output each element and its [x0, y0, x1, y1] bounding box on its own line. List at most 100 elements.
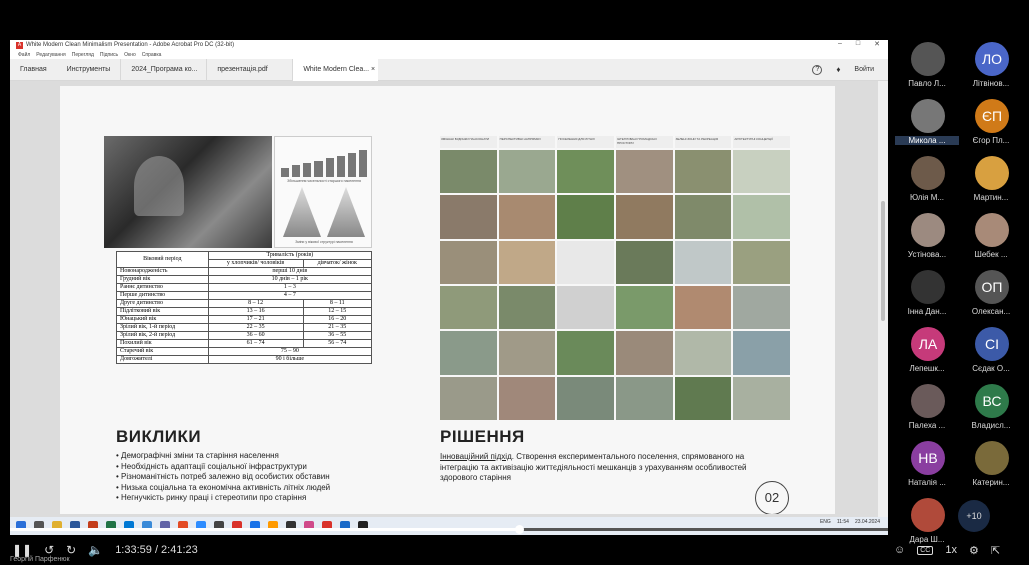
participant-name: Лепешк...	[909, 364, 945, 373]
solution-text: Інноваційний підхід. Створення експериме…	[440, 452, 780, 484]
window-titlebar: A White Modern Clean Minimalism Presenta…	[10, 40, 888, 50]
list-item: Негнучкість ринку праці і стереотипи про…	[116, 493, 330, 504]
reference-photo	[616, 240, 673, 284]
participant-tile[interactable]: Микола ...	[895, 97, 959, 154]
participant-name: Юлія М...	[909, 193, 945, 202]
reference-photo	[733, 376, 790, 420]
participant-avatar: СІ	[975, 327, 1009, 361]
reference-photo	[440, 331, 497, 375]
tab-home[interactable]: Главная	[10, 59, 57, 81]
reference-photo	[616, 285, 673, 330]
maximize-button[interactable]: □	[856, 40, 860, 48]
table-head-male: у хлопчиків/ чоловіків	[207, 259, 304, 268]
table-row: Грудний вік 10 днів – 1 рік	[116, 275, 373, 284]
progress-fill	[10, 528, 520, 531]
participant-tile[interactable]: Павло Л...	[895, 40, 959, 97]
participant-avatar	[911, 270, 945, 304]
tray-date[interactable]: 23.04.2024	[855, 519, 880, 525]
participant-avatar: ЛА	[911, 327, 945, 361]
reference-photo	[557, 240, 614, 284]
captions-icon[interactable]: CC	[917, 545, 934, 555]
tab-tools[interactable]: Инструменты	[57, 59, 121, 81]
participant-tile[interactable]: СІ Сєдак О...	[959, 325, 1023, 382]
participant-tile[interactable]: Інна Дан...	[895, 268, 959, 325]
participant-avatar: ЛО	[975, 42, 1009, 76]
signin-button[interactable]: Войти	[854, 66, 874, 73]
menu-help[interactable]: Справка	[142, 52, 162, 58]
challenges-heading: ВИКЛИКИ	[116, 427, 202, 446]
more-participants-button[interactable]: +10	[958, 500, 990, 532]
participant-tile[interactable]: НВ Наталія ...	[895, 439, 959, 496]
menu-window[interactable]: Окно	[124, 52, 136, 58]
tab-bar: Главная Инструменты 2024_Програма ко... …	[10, 58, 888, 81]
avatar-initials: ОП	[981, 279, 1003, 295]
pause-icon[interactable]: ❚❚	[12, 543, 32, 557]
participant-tile[interactable]: Мартин...	[959, 154, 1023, 211]
participant-tile[interactable]: ЄП Єгор Пл...	[959, 97, 1023, 154]
page-number-badge: 02	[755, 481, 789, 514]
scrollbar-thumb[interactable]	[881, 201, 885, 321]
table-row: Зрілий вік, 1-й період 22 – 35 21 – 35	[116, 323, 373, 332]
participant-tile[interactable]: ОП Олексан...	[959, 268, 1023, 325]
top-caption	[330, 0, 690, 8]
tab-document-3[interactable]: White Modern Clea... ×	[292, 58, 379, 81]
fullscreen-icon[interactable]: ⇱	[991, 544, 1000, 557]
reference-photo	[440, 285, 497, 330]
close-tab-icon[interactable]: ×	[371, 66, 375, 73]
participant-tile[interactable]: ВС Владисл...	[959, 382, 1023, 439]
participant-name: Літвінов...	[972, 79, 1010, 88]
menu-view[interactable]: Перегляд	[72, 52, 94, 58]
participant-name: Єгор Пл...	[972, 136, 1010, 145]
close-window-button[interactable]: ✕	[874, 40, 880, 48]
avatar-initials: ЛА	[918, 336, 938, 352]
participant-tile[interactable]: Катерин...	[959, 439, 1023, 496]
tray-lang[interactable]: ENG	[820, 519, 831, 525]
tray-clock[interactable]: 11:54	[837, 519, 849, 525]
participant-avatar	[911, 213, 945, 247]
forward-10-icon[interactable]: ↻	[66, 543, 76, 557]
reference-photo	[674, 195, 732, 239]
participant-tile[interactable]: Шебек ...	[959, 211, 1023, 268]
grid-header: ЗЕЛЕНІ ЗОНИ ТА РЕКРЕАЦІЯ	[674, 136, 732, 148]
table-row: Довгожителі 90 і більше	[116, 355, 373, 364]
tab-document-2[interactable]: презентація.pdf	[206, 58, 292, 81]
help-icon[interactable]: ?	[812, 64, 823, 75]
table-head-period: Віковий період	[116, 251, 209, 268]
participants-icon[interactable]: ☺	[894, 544, 905, 556]
participant-tile[interactable]: Устінова...	[895, 211, 959, 268]
table-row: Друге дитинство 8 – 12 8 – 11	[116, 299, 373, 308]
list-item: Демографічні зміни та старіння населення	[116, 451, 330, 462]
video-player: A White Modern Clean Minimalism Presenta…	[0, 0, 1029, 565]
rewind-10-icon[interactable]: ↺	[44, 543, 54, 557]
menu-file[interactable]: Файл	[18, 52, 30, 58]
table-row: Зрілий вік, 2-й період 36 – 60 36 – 55	[116, 331, 373, 340]
menu-sign[interactable]: Підпись	[100, 52, 118, 58]
volume-icon[interactable]: 🔈	[88, 543, 103, 557]
tab-document-1[interactable]: 2024_Програма ко...	[120, 58, 206, 81]
participant-avatar	[911, 42, 945, 76]
settings-gear-icon[interactable]: ⚙	[969, 544, 979, 557]
reference-photo	[674, 240, 732, 284]
reference-photo	[674, 285, 732, 330]
participant-tile[interactable]: ЛА Лепешк...	[895, 325, 959, 382]
menu-edit[interactable]: Редагування	[36, 52, 65, 58]
participant-avatar	[975, 213, 1009, 247]
playback-speed-button[interactable]: 1x	[945, 544, 957, 556]
reference-photo	[440, 195, 497, 239]
participant-tile[interactable]: Палеха ...	[895, 382, 959, 439]
population-pyramid-1	[283, 187, 321, 237]
participant-name: Інна Дан...	[907, 307, 947, 316]
playback-progress-bar[interactable]	[10, 525, 888, 534]
avatar-initials: НВ	[918, 450, 938, 466]
vertical-scrollbar[interactable]	[878, 81, 888, 517]
participant-tile[interactable]: Юлія М...	[895, 154, 959, 211]
reference-photo	[616, 195, 673, 239]
participant-avatar: ЄП	[975, 99, 1009, 133]
participant-avatar	[911, 156, 945, 190]
participant-tile[interactable]: ЛО Літвінов...	[959, 40, 1023, 97]
participant-avatar	[911, 384, 945, 418]
list-item: Низька соціальна та економічна активніст…	[116, 483, 330, 494]
grid-header: ПЕРСПЕКТИВНІ НАПРЯМКИ	[498, 136, 556, 148]
minimize-button[interactable]: –	[838, 40, 842, 48]
bell-icon[interactable]: ♦	[836, 65, 840, 74]
